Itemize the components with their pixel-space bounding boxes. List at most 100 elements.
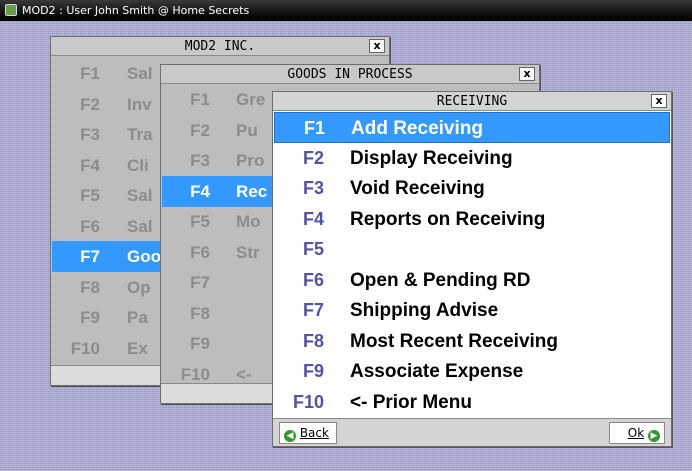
menu-item-key: F6: [80, 216, 100, 236]
menu-item-key: F1: [190, 90, 210, 109]
menu-item-key: F2: [80, 94, 100, 114]
menu-item-key: F5: [80, 186, 100, 205]
goods-menu-item-f4[interactable]: F4 Rec: [162, 175, 274, 207]
back-button[interactable]: ◀ Back: [279, 422, 337, 444]
menu-item-key: F7: [190, 273, 210, 292]
menu-item-label: Op: [127, 277, 151, 297]
goods-menu-item-f9[interactable]: F9: [162, 328, 274, 359]
os-title-text: MOD2 : User John Smith @ Home Secrets: [22, 4, 250, 17]
goods-menu-item-f7[interactable]: F7: [162, 267, 274, 298]
goods-menu-item-f3[interactable]: F3 Pro: [162, 145, 274, 176]
menu-item-key: F3: [80, 125, 100, 144]
menu-item-key: F9: [190, 334, 210, 353]
mod2-menu-item-f1[interactable]: F1 Sal: [52, 58, 164, 89]
mod2-menu-item-f7[interactable]: F7 Goo: [52, 241, 164, 272]
menu-item-label: Ex: [127, 338, 148, 358]
mod2-menu-item-f8[interactable]: F8 Op: [52, 272, 164, 303]
mod2-menu-item-f2[interactable]: F2 Inv: [52, 89, 164, 120]
menu-item-key: F7: [80, 247, 100, 266]
back-button-label: Back: [299, 426, 329, 440]
menu-item-label: <- Prior Menu: [350, 391, 472, 413]
menu-item-label: Reports on Receiving: [350, 208, 546, 230]
app-icon: [5, 4, 17, 16]
goods-menu-item-f2[interactable]: F2 Pu: [162, 115, 274, 146]
menu-item-label: Shipping Advise: [350, 300, 499, 321]
receiving-menu-item-f10[interactable]: F10 <- Prior Menu: [274, 387, 670, 418]
menu-item-key: F6: [190, 242, 210, 262]
menu-item-label: Associate Expense: [350, 361, 524, 382]
receiving-menu-item-f6[interactable]: F6 Open & Pending RD: [274, 265, 670, 296]
menu-item-key: F4: [190, 181, 210, 201]
goods-menu-item-f6[interactable]: F6 Str: [162, 237, 274, 268]
receiving-footer: ◀ Back Ok ▶: [273, 418, 671, 446]
receiving-menu-item-f3[interactable]: F3 Void Receiving: [274, 173, 670, 204]
menu-item-key: F7: [302, 300, 324, 320]
menu-item-label: Str: [236, 242, 260, 262]
receiving-menu-item-f1[interactable]: F1 Add Receiving: [274, 112, 670, 143]
ok-arrow-icon: ▶: [648, 430, 660, 442]
menu-item-key: F4: [80, 155, 100, 175]
receiving-menu-item-f9[interactable]: F9 Associate Expense: [274, 356, 670, 387]
menu-item-label: Mo: [236, 212, 261, 231]
menu-item-key: F10: [292, 391, 324, 412]
goods-close-button[interactable]: x: [519, 67, 535, 81]
menu-item-key: F1: [303, 118, 325, 138]
mod2-panel-title: MOD2 INC.: [51, 37, 389, 56]
menu-item-label: Open & Pending RD: [350, 269, 531, 291]
mod2-menu-item-f6[interactable]: F6 Sal: [52, 211, 164, 242]
back-arrow-icon: ◀: [284, 430, 296, 442]
receiving-panel-title: RECEIVING: [273, 92, 671, 111]
menu-item-label: Pa: [127, 308, 148, 327]
menu-item-key: F10: [70, 338, 100, 358]
receiving-menu-item-f8[interactable]: F8 Most Recent Receiving: [274, 326, 670, 357]
receiving-menu-item-f5[interactable]: F5: [274, 234, 670, 265]
receiving-menu-item-f2[interactable]: F2 Display Receiving: [274, 143, 670, 174]
menu-item-label: Most Recent Receiving: [350, 330, 558, 352]
menu-item-key: F4: [302, 208, 324, 229]
menu-item-key: F2: [302, 147, 324, 168]
menu-item-label: Inv: [127, 94, 152, 114]
mod2-menu-item-f4[interactable]: F4 Cli: [52, 150, 164, 181]
menu-item-label: Pro: [236, 151, 265, 170]
menu-item-key: F2: [190, 120, 210, 140]
receiving-panel: RECEIVING x F1 Add Receiving F2 Display Rec…: [272, 91, 672, 447]
menu-item-label: Cli: [127, 155, 149, 175]
mod2-menu-item-f3[interactable]: F3 Tra: [52, 119, 164, 150]
menu-item-label: Pu: [236, 120, 258, 140]
menu-item-key: F8: [302, 330, 324, 351]
os-title-bar: MOD2 : User John Smith @ Home Secrets: [0, 0, 692, 21]
menu-item-label: Sal: [127, 64, 153, 83]
menu-item-key: F6: [302, 269, 324, 290]
menu-item-label: Void Receiving: [350, 178, 485, 199]
mod2-menu-item-f10[interactable]: F10 Ex: [52, 333, 164, 364]
menu-item-label: Rec: [236, 181, 268, 201]
menu-item-key: F8: [190, 303, 210, 323]
menu-item-label: Tra: [127, 125, 153, 144]
goods-panel-title: GOODS IN PROCESS: [161, 65, 539, 84]
goods-menu-item-f1[interactable]: F1 Gre: [162, 84, 274, 115]
mod2-close-button[interactable]: x: [369, 39, 385, 53]
mod2-menu-item-f5[interactable]: F5 Sal: [52, 180, 164, 211]
menu-item-key: F8: [80, 277, 100, 297]
menu-item-label: Sal: [127, 186, 153, 205]
mod2-menu-item-f9[interactable]: F9 Pa: [52, 302, 164, 333]
menu-item-label: Sal: [127, 216, 153, 236]
menu-item-key: F1: [80, 64, 100, 83]
menu-item-key: F3: [302, 178, 324, 198]
menu-item-label: Goo: [127, 247, 161, 266]
receiving-menu-item-f7[interactable]: F7 Shipping Advise: [274, 295, 670, 326]
menu-item-key: F5: [190, 212, 210, 231]
receiving-close-button[interactable]: x: [651, 94, 667, 108]
goods-menu-item-f8[interactable]: F8: [162, 298, 274, 329]
ok-button[interactable]: Ok ▶: [609, 422, 665, 444]
ok-button-label: Ok: [627, 426, 645, 440]
menu-item-label: Add Receiving: [351, 118, 483, 139]
menu-item-label: Gre: [236, 90, 266, 109]
goods-menu-item-f5[interactable]: F5 Mo: [162, 206, 274, 237]
menu-item-key: F9: [302, 361, 324, 381]
menu-item-label: Display Receiving: [350, 147, 513, 169]
receiving-menu-item-f4[interactable]: F4 Reports on Receiving: [274, 204, 670, 235]
menu-item-key: F3: [190, 151, 210, 170]
menu-item-key: F5: [302, 239, 324, 259]
menu-item-key: F9: [80, 308, 100, 327]
